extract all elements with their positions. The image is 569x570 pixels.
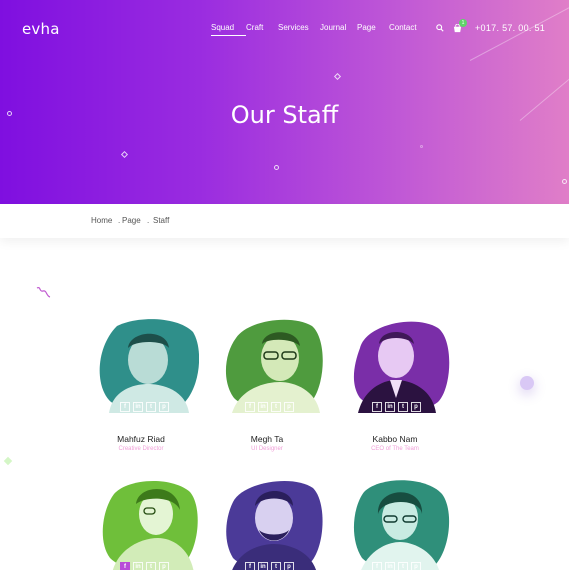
linkedin-icon[interactable]: in xyxy=(385,562,395,570)
logo[interactable]: evha xyxy=(22,20,60,38)
breadcrumb-bar: Home . Page . Staff xyxy=(0,204,569,238)
facebook-icon[interactable]: f xyxy=(372,402,382,412)
staff-role: CEO of The Team xyxy=(371,446,419,452)
twitter-icon[interactable]: t xyxy=(271,562,281,570)
nav-item-contact[interactable]: Contact xyxy=(389,23,419,32)
facebook-icon[interactable]: f xyxy=(245,402,255,412)
staff-role: UI Designer xyxy=(251,446,283,452)
twitter-icon[interactable]: t xyxy=(146,402,156,412)
social-links: f in t p xyxy=(245,562,294,570)
decorative-ring xyxy=(7,111,12,116)
twitter-icon[interactable]: t xyxy=(398,402,408,412)
pinterest-icon[interactable]: p xyxy=(284,562,294,570)
breadcrumb-page[interactable]: Page xyxy=(122,216,147,225)
breadcrumb: Home . Page . Staff xyxy=(91,216,169,225)
decorative-squiggle xyxy=(36,287,51,298)
social-links: f in t p xyxy=(245,402,294,412)
decorative-ring xyxy=(274,165,279,170)
nav-item-page[interactable]: Page xyxy=(357,23,389,32)
social-links: f in t p xyxy=(372,402,421,412)
page: evha Squad Craft Services Journal Page C… xyxy=(0,0,569,570)
twitter-icon[interactable]: t xyxy=(398,562,408,570)
linkedin-icon[interactable]: in xyxy=(133,402,143,412)
hero-banner: evha Squad Craft Services Journal Page C… xyxy=(0,0,569,204)
staff-photo xyxy=(223,478,325,570)
staff-photo xyxy=(350,318,452,413)
page-title: Our Staff xyxy=(230,101,339,129)
staff-name[interactable]: Kabbo Nam xyxy=(335,434,455,444)
decorative-ring xyxy=(562,179,567,184)
decorative-diamond xyxy=(333,72,342,81)
pinterest-icon[interactable]: p xyxy=(159,402,169,412)
facebook-icon[interactable]: f xyxy=(120,562,130,570)
social-links: f in t p xyxy=(120,402,169,412)
staff-photo xyxy=(98,478,200,570)
staff-role: Creative Director xyxy=(118,446,164,452)
pinterest-icon[interactable]: p xyxy=(159,562,169,570)
breadcrumb-current: Staff xyxy=(153,216,170,225)
breadcrumb-home[interactable]: Home xyxy=(91,216,118,225)
social-links: f in t p xyxy=(120,562,169,570)
linkedin-icon[interactable]: in xyxy=(385,402,395,412)
cart-count-badge: 1 xyxy=(459,19,467,27)
nav-item-squad[interactable]: Squad xyxy=(211,23,246,36)
staff-photo xyxy=(222,318,324,413)
staff-photo xyxy=(97,318,199,413)
decorative-sparkle xyxy=(3,456,13,466)
staff-name[interactable]: Mahfuz Riad xyxy=(81,434,201,444)
social-links: f in t p xyxy=(372,562,421,570)
twitter-icon[interactable]: t xyxy=(146,562,156,570)
linkedin-icon[interactable]: in xyxy=(133,562,143,570)
facebook-icon[interactable]: f xyxy=(372,562,382,570)
staff-name[interactable]: Megh Ta xyxy=(207,434,327,444)
facebook-icon[interactable]: f xyxy=(120,402,130,412)
linkedin-icon[interactable]: in xyxy=(258,402,268,412)
facebook-icon[interactable]: f xyxy=(245,562,255,570)
pinterest-icon[interactable]: p xyxy=(284,402,294,412)
nav-item-journal[interactable]: Journal xyxy=(320,23,357,32)
nav-item-services[interactable]: Services xyxy=(278,23,320,32)
linkedin-icon[interactable]: in xyxy=(258,562,268,570)
main-nav: Squad Craft Services Journal Page Contac… xyxy=(211,23,419,36)
pinterest-icon[interactable]: p xyxy=(411,402,421,412)
pinterest-icon[interactable]: p xyxy=(411,562,421,570)
decorative-ring xyxy=(420,145,423,148)
phone-number[interactable]: +017. 57. 00. 51 xyxy=(475,23,545,33)
nav-item-craft[interactable]: Craft xyxy=(246,23,278,32)
floating-dot xyxy=(520,376,534,390)
decorative-diamond xyxy=(120,150,129,159)
staff-photo xyxy=(350,478,452,570)
search-icon[interactable] xyxy=(436,24,444,32)
twitter-icon[interactable]: t xyxy=(271,402,281,412)
